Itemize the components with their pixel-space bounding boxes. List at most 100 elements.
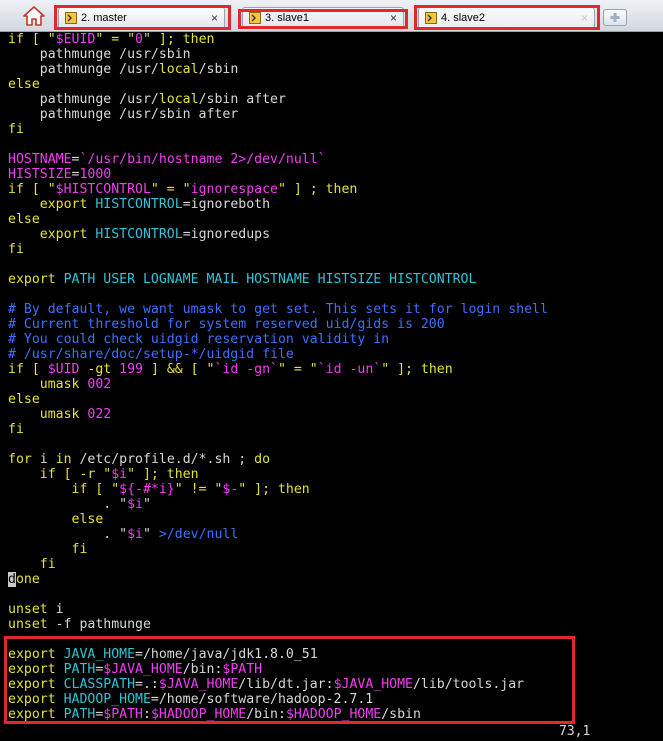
code-token: =ignoreboth: [182, 197, 271, 212]
code-line: export PATH=$PATH:$HADOOP_HOME/bin:$HADO…: [8, 707, 548, 722]
code-token: $HADOOP_HOME: [150, 707, 247, 722]
code-line: # You could check uidgid reservation val…: [8, 332, 548, 347]
close-icon[interactable]: ×: [581, 8, 588, 28]
new-tab-button[interactable]: [603, 9, 627, 26]
code-token: HISTCONTROL: [95, 197, 183, 212]
code-line: . "$i": [8, 497, 548, 512]
code-token: fi: [8, 557, 56, 572]
code-token: /bin:: [246, 707, 286, 722]
code-token: ignorespace: [190, 182, 278, 197]
code-token: " != ": [174, 482, 223, 497]
code-token: " ]; then: [381, 362, 453, 377]
terminal-icon: [425, 12, 437, 24]
code-token: =/home/java/jdk1.8.0_51: [135, 647, 318, 662]
code-line: umask 022: [8, 407, 548, 422]
code-line: export CLASSPATH=.:$JAVA_HOME/lib/dt.jar…: [8, 677, 548, 692]
code-token: in: [55, 452, 80, 467]
code-token: export: [8, 677, 64, 692]
code-line: fi: [8, 557, 548, 572]
text-cursor: d: [8, 572, 16, 587]
code-line: . "$i" >/dev/null: [8, 527, 548, 542]
code-line: else: [8, 212, 548, 227]
code-line: export PATH=$JAVA_HOME/bin:$PATH: [8, 662, 548, 677]
close-icon[interactable]: ×: [390, 8, 397, 28]
code-token: export: [8, 707, 64, 722]
code-line: if [ "$HISTCONTROL" = "ignorespace" ] ; …: [8, 182, 548, 197]
code-token: /lib/tools.jar: [412, 677, 525, 692]
code-line: export HISTCONTROL=ignoreboth: [8, 197, 548, 212]
code-token: i: [55, 602, 64, 617]
code-token: -gt: [79, 362, 120, 377]
code-token: >/dev/null: [158, 527, 239, 542]
code-token: unset: [8, 617, 56, 632]
terminal-editor[interactable]: if [ "$EUID" = "0" ]; then pathmunge /us…: [4, 32, 659, 741]
code-token: $HISTCONTROL: [55, 182, 151, 197]
code-token: " = ": [95, 32, 136, 47]
tab-slave2[interactable]: 4. slave2 ×: [418, 7, 595, 29]
code-line: export JAVA_HOME=/home/java/jdk1.8.0_51: [8, 647, 548, 662]
code-token: 0: [135, 32, 143, 47]
code-line: else: [8, 512, 548, 527]
code-line: # /usr/share/doc/setup-*/uidgid file: [8, 347, 548, 362]
tab-label: 4. slave2: [441, 12, 486, 24]
code-token: /lib/dt.jar:: [238, 677, 334, 692]
code-token: fi: [8, 122, 24, 137]
code-token: if [ ": [8, 182, 56, 197]
code-token: /etc/profile.d/*.sh ;: [79, 452, 255, 467]
plus-icon: [610, 13, 620, 22]
code-line: fi: [8, 242, 548, 257]
tab-slave1[interactable]: 3. slave1 ×: [242, 7, 404, 29]
code-token: # By default, we want umask to get set. …: [8, 302, 548, 317]
code-line: if [ $UID -gt 199 ] && [ "`id -gn`" = "`…: [8, 362, 548, 377]
code-line: # Current threshold for system reserved …: [8, 317, 548, 332]
code-token: $JAVA_HOME: [158, 677, 239, 692]
close-icon[interactable]: ×: [211, 8, 218, 28]
code-token: $JAVA_HOME: [103, 662, 183, 677]
code-view: if [ "$EUID" = "0" ]; then pathmunge /us…: [8, 32, 548, 722]
code-token: $i: [111, 467, 128, 482]
code-token: /sbin: [198, 62, 239, 77]
code-token: pathmunge /usr/: [8, 92, 159, 107]
code-token: PATH USER LOGNAME MAIL HOSTNAME HISTSIZE…: [63, 272, 477, 287]
tab-master[interactable]: 2. master ×: [58, 7, 225, 29]
code-line: HOSTNAME=`/usr/bin/hostname 2>/dev/null`: [8, 152, 548, 167]
code-token: if [ -r ": [8, 467, 112, 482]
home-icon[interactable]: [22, 5, 46, 27]
code-token: 022: [87, 407, 112, 422]
code-token: if [: [8, 362, 48, 377]
code-token: export: [8, 662, 64, 677]
code-line: pathmunge /usr/sbin: [8, 47, 548, 62]
code-token: do: [254, 452, 271, 467]
code-token: local: [158, 92, 199, 107]
code-token: pathmunge /usr/: [8, 62, 159, 77]
code-line: for i in /etc/profile.d/*.sh ; do: [8, 452, 548, 467]
code-token: $i: [127, 497, 143, 512]
code-token: =.:: [135, 677, 159, 692]
code-token: HADOOP_HOME: [63, 692, 151, 707]
code-token: /bin:: [182, 662, 223, 677]
code-token: " = ": [150, 182, 191, 197]
code-token: fi: [8, 542, 88, 557]
code-token: i: [39, 452, 56, 467]
code-token: $HADOOP_HOME: [285, 707, 382, 722]
code-line: unset -f pathmunge: [8, 617, 548, 632]
code-token: local: [158, 62, 199, 77]
code-token: for: [8, 452, 40, 467]
code-token: -f pathmunge: [55, 617, 151, 632]
code-token: HOSTNAME: [8, 152, 72, 167]
code-token: =ignoredups: [182, 227, 271, 242]
code-token: " ]; then: [238, 482, 310, 497]
code-token: # Current threshold for system reserved …: [8, 317, 445, 332]
code-token: export: [8, 647, 64, 662]
code-token: umask: [8, 407, 88, 422]
code-token: HISTCONTROL: [95, 227, 183, 242]
code-token: `id -gn`: [214, 362, 278, 377]
code-token: =/home/software/hadoop-2.7.1: [150, 692, 374, 707]
code-token: /sbin after: [198, 92, 286, 107]
code-token: umask: [8, 377, 88, 392]
code-token: " ]; then: [127, 467, 199, 482]
code-token: if [ ": [8, 32, 56, 47]
tab-bar: 2. master × 3. slave1 × 4. slave2 ×: [0, 0, 663, 32]
